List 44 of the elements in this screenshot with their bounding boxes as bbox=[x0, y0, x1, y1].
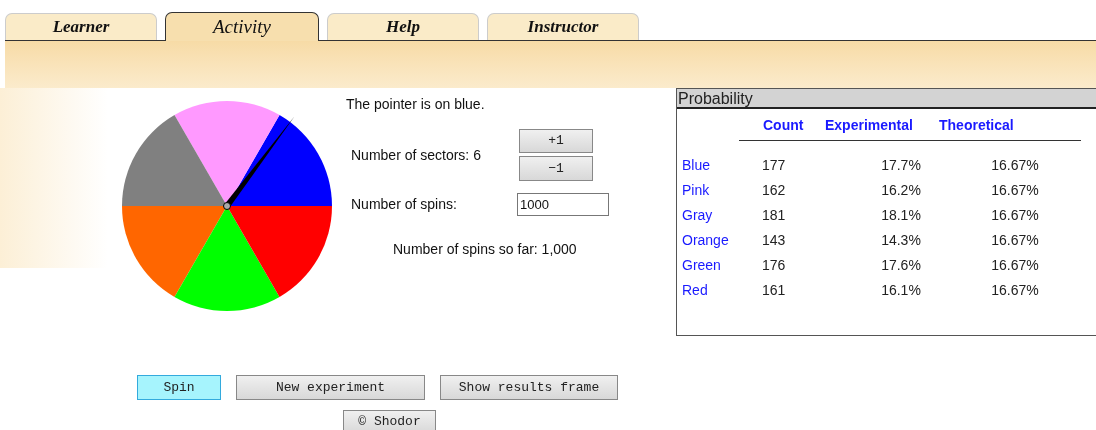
table-cell-text: 176 bbox=[762, 256, 787, 275]
column-header: Experimental bbox=[825, 116, 914, 135]
credit-button[interactable]: © Shodor bbox=[343, 410, 436, 430]
decrement-button[interactable]: −1 bbox=[519, 156, 593, 181]
row-label: Orange bbox=[682, 231, 730, 250]
table-cell-text: 161 bbox=[762, 281, 787, 300]
column-header: Count bbox=[763, 116, 805, 135]
table-cell-text: 17.6% bbox=[880, 256, 922, 275]
action-button[interactable]: Show results frame bbox=[440, 375, 618, 400]
table-cell-text: 16.67% bbox=[990, 206, 1040, 225]
row-label: Red bbox=[682, 281, 709, 300]
spins-input[interactable]: 1000 bbox=[517, 193, 609, 216]
table-cell-text: 14.3% bbox=[880, 231, 922, 250]
table-cell-text: 181 bbox=[762, 206, 787, 225]
sectors-label: Number of sectors: 6 bbox=[351, 145, 482, 165]
table-cell-text: 16.2% bbox=[880, 181, 922, 200]
panel-title: Probability bbox=[677, 89, 1096, 109]
table-cell-text: 18.1% bbox=[880, 206, 922, 225]
table-cell-text: 16.67% bbox=[990, 156, 1040, 175]
column-header: Theoretical bbox=[939, 116, 1015, 135]
tab[interactable]: Learner bbox=[5, 13, 157, 40]
table-cell-text: 16.67% bbox=[990, 256, 1040, 275]
pointer-status: The pointer is on blue. bbox=[346, 95, 486, 114]
row-label: Blue bbox=[682, 156, 712, 175]
tab[interactable]: Activity bbox=[165, 12, 319, 41]
spins-count: Number of spins so far: 1,000 bbox=[393, 240, 578, 259]
increment-button[interactable]: +1 bbox=[519, 129, 593, 153]
tab[interactable]: Help bbox=[327, 13, 479, 40]
table-cell-text: 16.1% bbox=[880, 281, 922, 300]
row-label: Pink bbox=[682, 181, 711, 200]
table-cell-text: 143 bbox=[762, 231, 787, 250]
table-cell-text: 16.67% bbox=[990, 231, 1040, 250]
table-cell-text: 177 bbox=[762, 156, 787, 175]
row-label: Gray bbox=[682, 206, 714, 225]
table-cell-text: 16.67% bbox=[990, 281, 1040, 300]
table-cell-text: 17.7% bbox=[880, 156, 922, 175]
action-button[interactable]: New experiment bbox=[236, 375, 425, 400]
tab[interactable]: Instructor bbox=[487, 13, 639, 40]
spins-label: Number of spins: bbox=[351, 195, 458, 214]
row-label: Green bbox=[682, 256, 722, 275]
table-cell-text: 16.67% bbox=[990, 181, 1040, 200]
action-button[interactable]: Spin bbox=[137, 375, 221, 400]
table-cell-text: 162 bbox=[762, 181, 787, 200]
pointer-pivot bbox=[223, 202, 231, 210]
